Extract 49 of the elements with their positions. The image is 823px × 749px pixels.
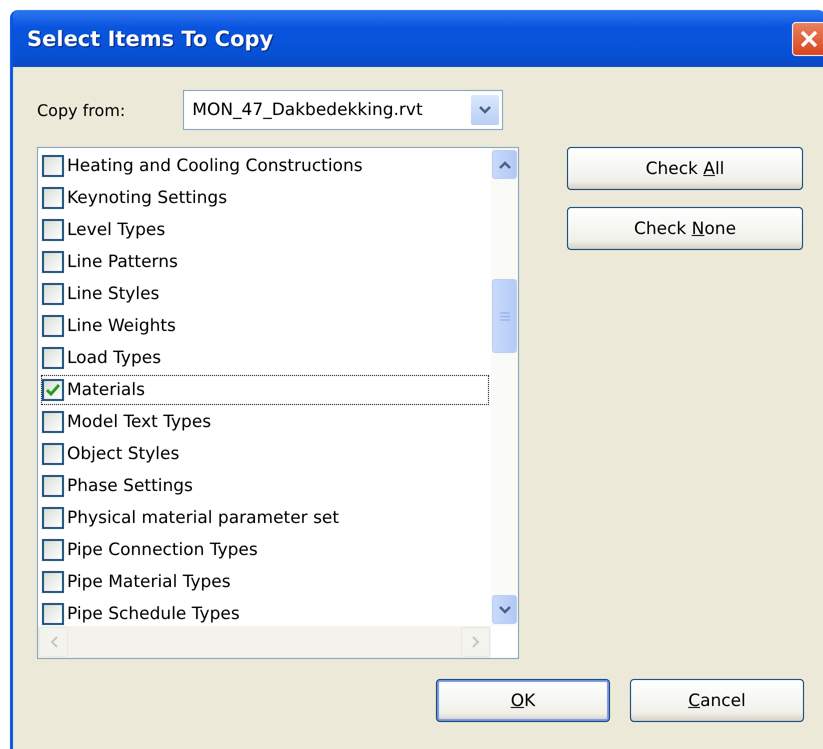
list-item[interactable]: Line Styles bbox=[67, 284, 160, 304]
checkbox[interactable] bbox=[42, 283, 64, 305]
chevron-left-icon bbox=[50, 636, 58, 648]
list-item[interactable]: Materials bbox=[67, 380, 145, 400]
checkbox[interactable] bbox=[42, 187, 64, 209]
checkbox[interactable] bbox=[42, 347, 64, 369]
close-icon bbox=[799, 28, 819, 48]
copy-from-dropdown[interactable]: MON_47_Dakbedekking.rvt bbox=[183, 90, 504, 130]
close-button[interactable] bbox=[792, 22, 823, 56]
checkbox[interactable] bbox=[42, 411, 64, 433]
chevron-down-icon bbox=[479, 106, 492, 114]
checkbox[interactable] bbox=[42, 507, 64, 529]
dialog-button[interactable]: Cancel bbox=[630, 679, 804, 722]
copy-from-label: Copy from: bbox=[37, 100, 126, 120]
scroll-up-button[interactable] bbox=[492, 150, 517, 179]
list-item[interactable]: Keynoting Settings bbox=[67, 188, 228, 208]
list-item[interactable]: Pipe Schedule Types bbox=[67, 604, 240, 624]
list-item[interactable]: Load Types bbox=[67, 348, 162, 368]
list-item[interactable]: Pipe Connection Types bbox=[67, 540, 258, 560]
chevron-down-icon bbox=[498, 606, 510, 614]
dialog-button[interactable]: OK bbox=[436, 679, 610, 722]
window-title: Select Items To Copy bbox=[27, 26, 274, 50]
list-item[interactable]: Line Weights bbox=[67, 316, 176, 336]
checkbox[interactable] bbox=[42, 443, 64, 465]
checkbox[interactable] bbox=[42, 251, 64, 273]
list-item[interactable]: Object Styles bbox=[67, 444, 180, 464]
scroll-thumb[interactable] bbox=[492, 279, 517, 353]
check-button[interactable]: Check None bbox=[567, 207, 803, 250]
list-item[interactable]: Line Patterns bbox=[67, 252, 178, 272]
list-item[interactable]: Phase Settings bbox=[67, 476, 193, 496]
checkbox[interactable] bbox=[42, 379, 64, 401]
list-item[interactable]: Model Text Types bbox=[67, 412, 212, 432]
checkbox[interactable] bbox=[42, 155, 64, 177]
chevron-up-icon bbox=[498, 160, 510, 168]
list-item[interactable]: Heating and Cooling Constructions bbox=[67, 156, 363, 176]
list-item[interactable]: Level Types bbox=[67, 220, 166, 240]
grip-icon bbox=[500, 312, 510, 320]
chevron-right-icon bbox=[472, 636, 480, 648]
list-item[interactable]: Physical material parameter set bbox=[67, 508, 340, 528]
checkbox[interactable] bbox=[42, 315, 64, 337]
check-button[interactable]: Check All bbox=[567, 147, 803, 190]
list-item[interactable]: Pipe Material Types bbox=[67, 572, 231, 592]
checkbox[interactable] bbox=[42, 539, 64, 561]
check-icon bbox=[46, 384, 60, 396]
checkbox[interactable] bbox=[42, 603, 64, 625]
scroll-down-button[interactable] bbox=[492, 595, 517, 624]
checkbox[interactable] bbox=[42, 219, 64, 241]
checkbox[interactable] bbox=[42, 475, 64, 497]
checkbox[interactable] bbox=[42, 571, 64, 593]
